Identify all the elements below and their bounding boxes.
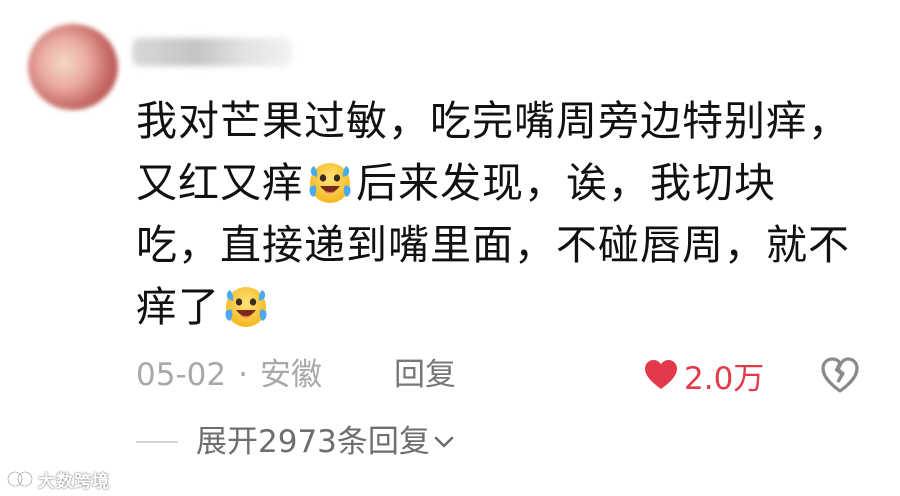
- expand-replies-label: 展开2973条回复: [196, 424, 430, 460]
- comment-line-1: 我对芒果过敏，吃完嘴周旁边特别痒，: [136, 97, 850, 145]
- watermark-logo-icon: [6, 470, 34, 488]
- heart-icon: [645, 360, 677, 389]
- comment-line-4: 痒了: [136, 276, 876, 338]
- chevron-down-icon: [434, 436, 454, 448]
- meta-separator: ·: [238, 357, 248, 393]
- expand-replies-button[interactable]: 展开2973条回复: [196, 420, 454, 464]
- like-button[interactable]: 2.0万: [644, 352, 764, 398]
- watermark: 大数跨境: [6, 466, 110, 492]
- comment-location: 安徽: [259, 357, 322, 393]
- laughing-crying-emoji-icon: [225, 287, 267, 327]
- comment-date: 05-02: [136, 357, 227, 393]
- broken-heart-icon[interactable]: [820, 356, 860, 394]
- comment-line-2b: 后来发现，诶，我切块: [356, 159, 776, 207]
- watermark-text: 大数跨境: [38, 471, 110, 492]
- avatar[interactable]: [28, 24, 118, 110]
- laughing-crying-emoji-icon: [309, 163, 351, 203]
- comment-line-2a: 又红又痒: [136, 159, 304, 207]
- reply-button[interactable]: 回复: [394, 352, 456, 398]
- comment-line-3: 吃，直接递到嘴里面，不碰唇周，就不: [136, 221, 850, 269]
- comment-line-2: 又红又痒 后来发现，诶，我切块: [136, 152, 876, 214]
- like-count: 2.0万: [684, 360, 765, 397]
- comment-meta: 05-02 · 安徽: [136, 352, 322, 398]
- comment-line-4a: 痒了: [136, 283, 220, 331]
- username[interactable]: [132, 38, 292, 66]
- comment-text: 我对芒果过敏，吃完嘴周旁边特别痒， 又红又痒 后来发现，诶，我切块 吃，直接递到…: [136, 90, 876, 338]
- expand-divider: [136, 441, 178, 443]
